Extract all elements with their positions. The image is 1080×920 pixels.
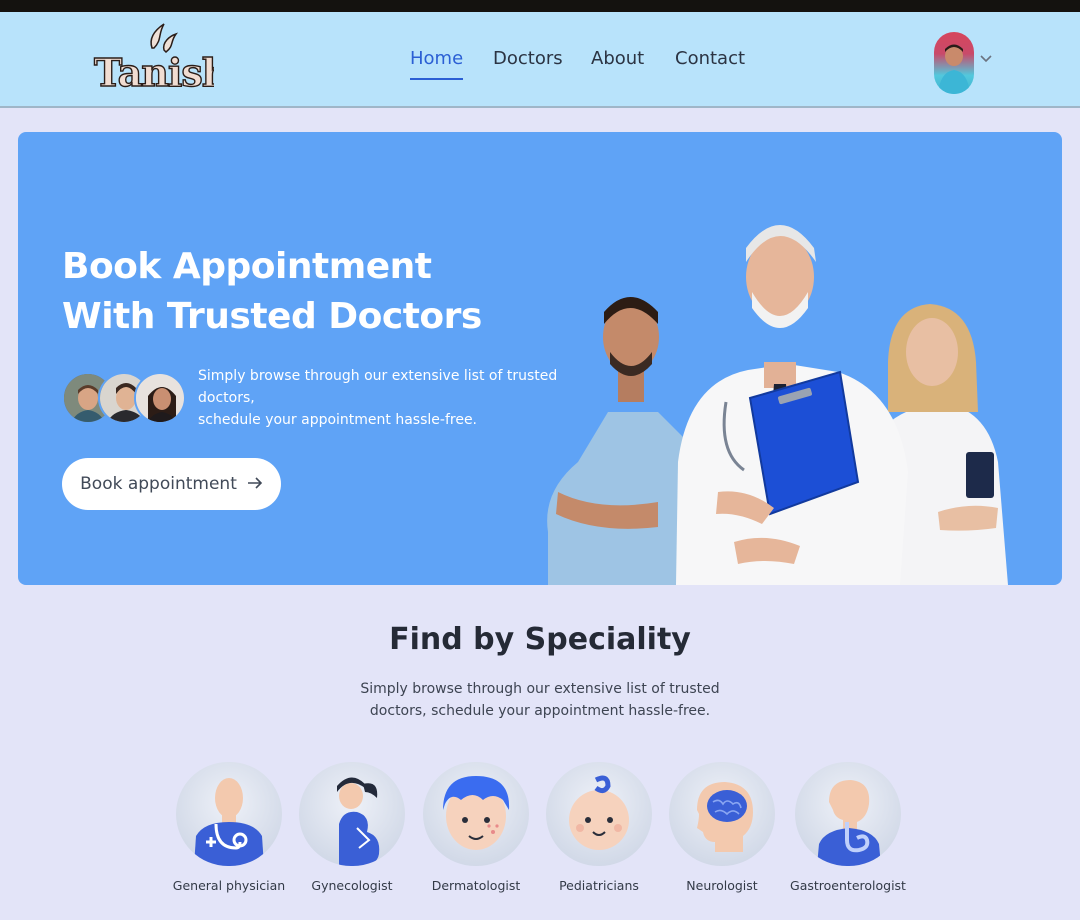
nav-home[interactable]: Home [410,48,464,80]
nav-doctors[interactable]: Doctors [493,48,563,69]
doctor-senior-figure [676,225,908,585]
speciality-label: Neurologist [686,878,758,893]
speciality-desc-line2: doctors, schedule your appointment hassl… [369,703,711,719]
general-physician-icon [176,762,282,866]
nav-about[interactable]: About [591,48,644,69]
speciality-gastroenterologist[interactable]: Gastroenterologist [783,762,913,893]
nav-active-underline [410,78,464,80]
nav-contact[interactable]: Contact [675,48,745,69]
neurologist-icon [669,762,775,866]
book-appointment-label: Book appointment [80,474,237,494]
speciality-label: Pediatricians [559,878,639,893]
hero-title-line2: With Trusted Doctors [62,296,482,337]
speciality-gynecologist[interactable]: Gynecologist [287,762,417,893]
speciality-dermatologist[interactable]: Dermatologist [411,762,541,893]
speciality-label: Dermatologist [431,878,521,893]
chevron-down-icon [980,52,992,68]
doctor-avatar-3 [134,372,186,424]
profile-menu-button[interactable] [934,32,998,96]
hero-title: Book Appointment With Trusted Doctors [62,242,542,342]
gastroenterologist-icon [795,762,901,866]
doctors-group-image [538,212,1018,585]
svg-text:Tanish: Tanish [94,50,214,90]
hero-desc-line2: doctors, [198,390,255,406]
dermatologist-icon [423,762,529,866]
hero-banner: Book Appointment With Trusted Doctors Si… [18,132,1062,585]
speciality-pediatricians[interactable]: Pediatricians [534,762,664,893]
logo-mark: Tanish [93,23,230,96]
speciality-description: Simply browse through our extensive list… [340,678,740,722]
user-avatar [934,32,974,94]
hero-title-line1: Book Appointment [62,246,432,287]
book-appointment-button[interactable]: Book appointment [62,458,281,510]
speciality-label: Gastroenterologist [790,878,906,893]
speciality-label: General physician [172,878,286,893]
speciality-label: Gynecologist [311,878,393,893]
arrow-right-icon [247,474,263,494]
hero-desc-line3: schedule your appointment hassle-free. [198,412,478,428]
speciality-title: Find by Speciality [389,622,691,657]
gynecologist-icon [299,762,405,866]
doctor-group-avatars [62,372,186,426]
top-strip [0,0,1080,12]
navbar: Tanish Home Doctors About Contact [0,12,1080,108]
nav-home-label: Home [410,48,464,69]
logo[interactable]: Tanish [92,20,230,96]
hero-desc-line1: Simply browse through our extensive list… [198,368,558,384]
speciality-general-physician[interactable]: General physician [164,762,294,893]
speciality-desc-line1: Simply browse through our extensive list… [360,681,720,697]
speciality-neurologist[interactable]: Neurologist [657,762,787,893]
hero-description: Simply browse through our extensive list… [198,365,558,431]
pediatrician-icon [546,762,652,866]
